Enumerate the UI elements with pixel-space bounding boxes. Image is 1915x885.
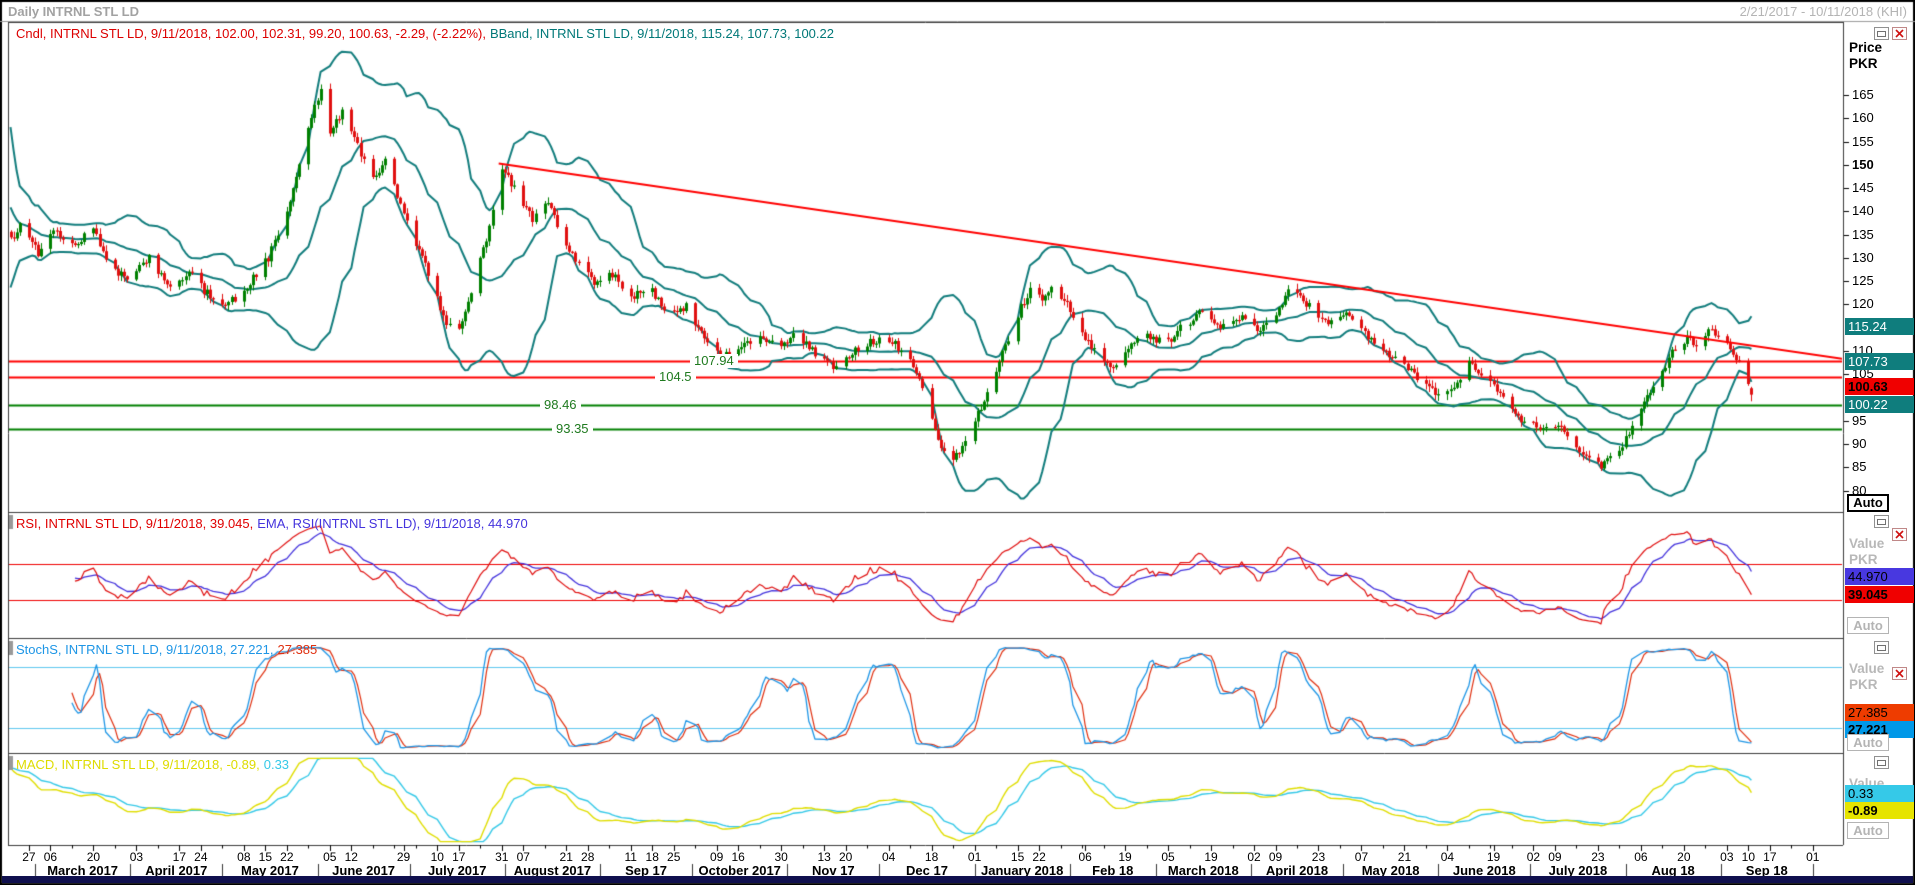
chart-canvas[interactable] — [0, 0, 1915, 885]
date-range-label: 2/21/2017 - 10/11/2018 (KHI) — [1740, 4, 1907, 19]
charting-app-window: Daily INTRNL STL LD 2/21/2017 - 10/11/20… — [0, 0, 1915, 885]
window-bottom-edge — [2, 876, 1913, 883]
window-title: Daily INTRNL STL LD — [8, 4, 139, 19]
